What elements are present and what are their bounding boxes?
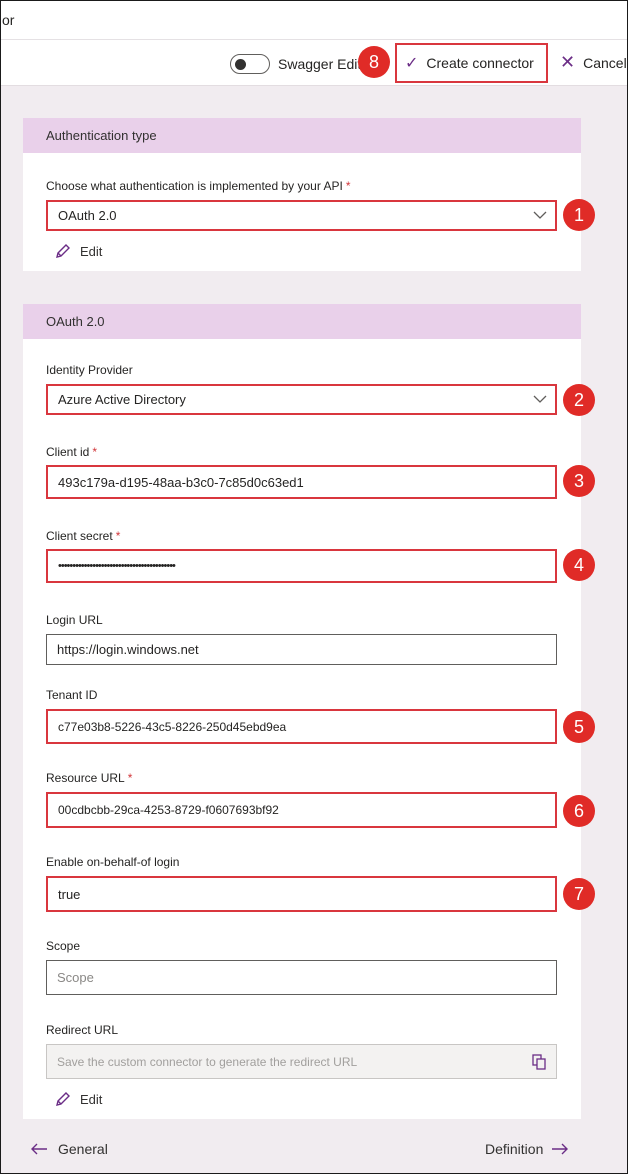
login-url-label: Login URL [46,613,103,627]
callout-badge-5: 5 [563,711,595,743]
auth-edit-link[interactable]: Edit [54,242,102,260]
client-secret-label-text: Client secret [46,529,113,543]
redirect-url-label: Redirect URL [46,1023,119,1037]
resource-url-label-text: Resource URL [46,771,125,785]
required-marker: * [345,179,351,193]
auth-card-header: Authentication type [23,118,581,153]
close-icon: ✕ [560,52,576,72]
login-url-input[interactable]: https://login.windows.net [46,634,557,665]
callout-badge-8: 8 [358,46,390,78]
auth-field-label: Choose what authentication is implemente… [46,179,351,193]
tenant-id-value: c77e03b8-5226-43c5-8226-250d45ebd9ea [58,719,287,734]
definition-nav-link[interactable]: Definition [485,1141,569,1157]
redirect-url-placeholder: Save the custom connector to generate th… [57,1054,358,1069]
auth-edit-label: Edit [80,243,103,259]
authentication-type-dropdown[interactable]: OAuth 2.0 [46,200,557,231]
definition-nav-label: Definition [485,1141,544,1157]
identity-provider-dropdown[interactable]: Azure Active Directory [46,384,557,415]
callout-badge-3: 3 [563,465,595,497]
pencil-icon [56,1092,70,1106]
oauth-edit-link[interactable]: Edit [54,1090,102,1108]
client-id-label-text: Client id [46,445,90,459]
swagger-editor-label: Swagger Editor [278,56,360,72]
pencil-icon [56,244,70,258]
client-id-label: Client id * [46,445,97,459]
required-marker: * [115,529,121,543]
tenant-id-label: Tenant ID [46,688,98,702]
chevron-down-icon [533,211,547,219]
general-nav-label: General [58,1141,108,1157]
swagger-editor-toggle[interactable] [230,54,270,74]
copy-icon[interactable] [532,1054,546,1070]
scope-input[interactable]: Scope [46,960,557,995]
callout-badge-4: 4 [563,549,595,581]
on-behalf-of-value: true [58,886,81,902]
create-connector-label: Create connector [426,55,534,71]
identity-provider-label: Identity Provider [46,363,133,377]
window-title: or [2,12,15,28]
resource-url-label: Resource URL * [46,771,132,785]
general-nav-link[interactable]: General [30,1141,108,1157]
callout-badge-7: 7 [563,878,595,910]
resource-url-input[interactable]: 00cdbcbb-29ca-4253-8729-f0607693bf92 [46,792,557,828]
scope-placeholder: Scope [57,970,94,985]
title-bar: or [0,0,628,40]
resource-url-value: 00cdbcbb-29ca-4253-8729-f0607693bf92 [58,803,279,817]
toggle-knob [235,59,246,70]
oauth-edit-label: Edit [80,1091,103,1107]
login-url-value: https://login.windows.net [57,642,199,657]
arrow-left-icon [31,1143,47,1155]
callout-badge-2: 2 [563,384,595,416]
chevron-down-icon [533,395,547,403]
client-id-input[interactable]: 493c179a-d195-48aa-b3c0-7c85d0c63ed1 [46,465,557,499]
client-secret-value: ••••••••••••••••••••••••••••••••••••••••… [58,560,176,572]
authentication-type-card: Authentication type Choose what authenti… [23,118,581,271]
client-id-value: 493c179a-d195-48aa-b3c0-7c85d0c63ed1 [58,474,304,490]
tenant-id-input[interactable]: c77e03b8-5226-43c5-8226-250d45ebd9ea [46,709,557,744]
identity-provider-value: Azure Active Directory [58,392,186,407]
required-marker: * [127,771,133,785]
auth-field-label-text: Choose what authentication is implemente… [46,179,343,193]
on-behalf-of-label: Enable on-behalf-of login [46,855,180,869]
required-marker: * [92,445,98,459]
arrow-right-icon [552,1143,569,1155]
callout-badge-6: 6 [563,795,595,827]
client-secret-label: Client secret * [46,529,120,543]
auth-type-value: OAuth 2.0 [58,208,117,223]
redirect-url-input: Save the custom connector to generate th… [46,1044,557,1079]
on-behalf-of-input[interactable]: true [46,876,557,912]
scope-label: Scope [46,939,81,953]
cancel-label: Cancel [583,54,627,71]
client-secret-input[interactable]: ••••••••••••••••••••••••••••••••••••••••… [46,549,557,583]
cancel-button[interactable]: ✕ Cancel [560,52,627,73]
callout-badge-1: 1 [563,199,595,231]
checkmark-icon: ✓ [405,55,419,72]
oauth-card: OAuth 2.0 Identity Provider Azure Active… [23,304,581,1119]
oauth-card-header: OAuth 2.0 [23,304,581,339]
create-connector-button[interactable]: ✓ Create connector [395,43,548,83]
